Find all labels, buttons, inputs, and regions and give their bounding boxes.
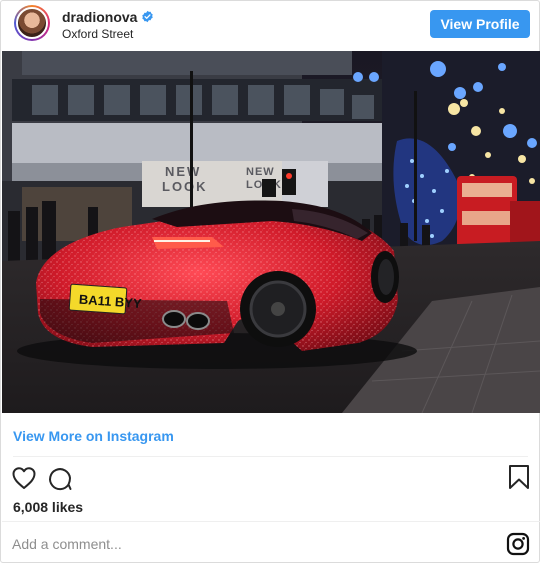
view-more-on-instagram-link[interactable]: View More on Instagram bbox=[13, 428, 174, 444]
heart-icon[interactable] bbox=[11, 465, 37, 491]
post-header: dradionova Oxford Street View Profile bbox=[1, 1, 539, 49]
username[interactable]: dradionova bbox=[62, 9, 154, 25]
avatar[interactable] bbox=[14, 5, 50, 41]
post-photo[interactable]: NEW LOOK NEW LOOK bbox=[2, 51, 540, 413]
bookmark-icon[interactable] bbox=[506, 464, 532, 490]
instagram-embed-card: dradionova Oxford Street View Profile NE… bbox=[0, 0, 540, 563]
divider bbox=[13, 456, 528, 457]
store-sign-text-1: NEW bbox=[165, 164, 201, 179]
photo-scene: NEW LOOK NEW LOOK bbox=[2, 51, 540, 413]
instagram-logo-icon[interactable] bbox=[506, 532, 530, 556]
store-sign-text-3: NEW bbox=[246, 166, 275, 178]
divider bbox=[2, 521, 540, 522]
store-sign-text-2: LOOK bbox=[162, 179, 208, 194]
comment-icon[interactable] bbox=[47, 465, 73, 491]
username-text[interactable]: dradionova bbox=[62, 9, 137, 25]
view-profile-button[interactable]: View Profile bbox=[430, 10, 530, 38]
verified-badge-icon bbox=[142, 10, 154, 23]
likes-count[interactable]: 6,008 likes bbox=[13, 499, 83, 515]
avatar-image bbox=[16, 7, 48, 39]
comment-input[interactable] bbox=[12, 534, 492, 554]
location-link[interactable]: Oxford Street bbox=[62, 27, 133, 41]
